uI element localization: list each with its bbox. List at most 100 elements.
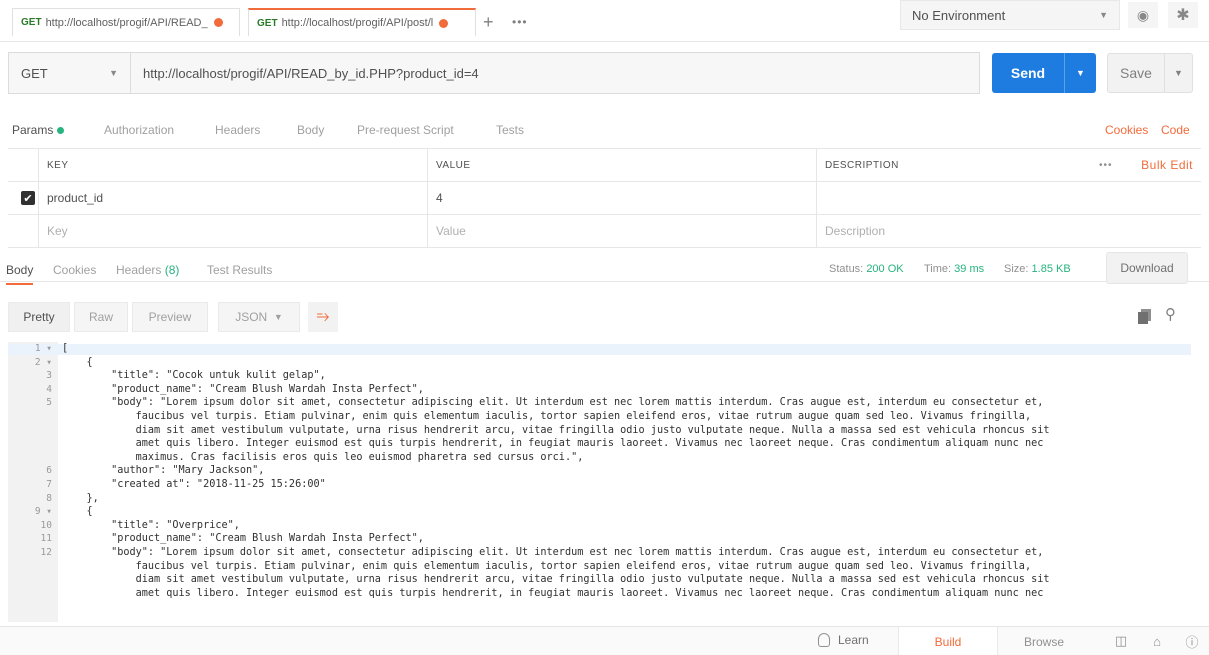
chevron-down-icon[interactable]: ▼: [1164, 54, 1192, 92]
eye-icon[interactable]: ◉: [1128, 2, 1158, 28]
tab-test-results[interactable]: Test Results: [207, 263, 272, 277]
code-line: faucibus vel turpis. Etiam pulvinar, eni…: [8, 411, 1191, 423]
params-actions: ••• Bulk Edit: [1091, 149, 1201, 181]
preview-button[interactable]: Preview: [132, 302, 208, 332]
code-text: diam sit amet vestibulum vulputate, urna…: [62, 424, 1050, 436]
pretty-button[interactable]: Pretty: [8, 302, 70, 332]
method-label: GET: [21, 65, 48, 81]
url-input[interactable]: [131, 53, 979, 93]
request-tabs: Params Authorization Headers Body Pre-re…: [0, 120, 1209, 144]
code-text: "product_name": "Cream Blush Wardah Inst…: [62, 533, 424, 545]
cookies-link[interactable]: Cookies: [1105, 123, 1148, 137]
code-text: amet quis libero. Integer euismod est qu…: [62, 438, 1044, 450]
environment-label: No Environment: [912, 7, 1006, 23]
value-placeholder[interactable]: Value: [427, 215, 816, 247]
active-dot-icon: [57, 127, 65, 135]
download-button[interactable]: Download: [1106, 252, 1188, 284]
more-icon[interactable]: •••: [1099, 160, 1113, 171]
value-header: VALUE: [427, 149, 816, 181]
code-line: 8 },: [8, 492, 1191, 505]
line-number: 8: [46, 492, 52, 504]
format-type-select[interactable]: JSON ▼: [218, 302, 300, 332]
build-tab[interactable]: Build: [898, 627, 998, 655]
size-label: Size:: [1004, 263, 1029, 275]
environment-select[interactable]: No Environment ▼: [900, 0, 1120, 30]
runner-icon[interactable]: ⌂: [1149, 633, 1165, 649]
tab-url: http://localhost/progif/API/READ_: [45, 16, 208, 29]
send-button[interactable]: Send ▼: [992, 53, 1096, 93]
url-bar: GET ▼: [8, 52, 980, 94]
code-line: 11 "product_name": "Cream Blush Wardah I…: [8, 534, 1191, 545]
param-key[interactable]: product_id: [38, 182, 427, 214]
param-checkbox[interactable]: ✔: [21, 191, 35, 205]
tab-method: GET: [21, 17, 42, 28]
table-row-empty: Key Value Description: [8, 215, 1201, 248]
code-line: 10 "title": "Overprice",: [8, 520, 1191, 532]
save-button[interactable]: Save ▼: [1107, 53, 1193, 93]
learn-link[interactable]: Learn: [818, 633, 869, 647]
line-number: 4: [46, 383, 52, 395]
tab-response-headers[interactable]: Headers (8): [116, 263, 179, 277]
help-icon[interactable]: ⓘ: [1184, 633, 1200, 650]
browse-tab[interactable]: Browse: [998, 627, 1090, 655]
tab-body[interactable]: Body: [297, 123, 324, 137]
tab-authorization[interactable]: Authorization: [104, 123, 174, 137]
status-readout: Status: 200 OK: [829, 263, 904, 275]
line-number: 1 ▾: [34, 343, 52, 354]
table-row: ✔ product_id 4: [8, 182, 1201, 215]
chevron-down-icon: ▼: [273, 312, 283, 322]
param-value[interactable]: 4: [427, 182, 816, 214]
method-select[interactable]: GET ▼: [9, 53, 131, 93]
code-text: [: [62, 343, 69, 354]
time-readout: Time: 39 ms: [924, 263, 984, 275]
tab-more-icon[interactable]: •••: [512, 15, 528, 29]
key-placeholder[interactable]: Key: [38, 215, 427, 247]
code-line: 4 "product_name": "Cream Blush Wardah In…: [8, 383, 1191, 396]
new-tab-plus-icon[interactable]: +: [483, 13, 494, 31]
wrap-lines-icon[interactable]: ⥱: [308, 302, 338, 332]
tab-response-cookies[interactable]: Cookies: [53, 263, 96, 277]
chevron-down-icon: ▼: [109, 68, 118, 78]
tab-headers[interactable]: Headers: [215, 123, 260, 137]
search-icon[interactable]: ⚲: [1165, 305, 1176, 323]
response-body-editor[interactable]: 1 ▾[2 ▾ {3 "title": "Cocok untuk kulit g…: [8, 342, 1191, 622]
code-link[interactable]: Code: [1161, 123, 1190, 137]
code-line: faucibus vel turpis. Etiam pulvinar, eni…: [8, 560, 1191, 573]
code-text: "title": "Cocok untuk kulit gelap",: [62, 370, 326, 382]
code-text: maximus. Cras facilisis eros quis leo eu…: [62, 451, 584, 463]
tab-strip: GET http://localhost/progif/API/READ_ GE…: [0, 0, 1209, 42]
bulk-edit-link[interactable]: Bulk Edit: [1141, 158, 1193, 172]
code-text: faucibus vel turpis. Etiam pulvinar, eni…: [62, 560, 1032, 572]
tab-tests[interactable]: Tests: [496, 123, 524, 137]
line-number: 11: [40, 533, 52, 545]
tab-label: Headers: [116, 263, 162, 277]
tab-response-body[interactable]: Body: [6, 263, 34, 285]
description-placeholder[interactable]: Description: [816, 215, 1091, 247]
code-text: "author": "Mary Jackson",: [62, 465, 265, 477]
unsaved-dot-icon: [213, 18, 223, 27]
params-table: KEY VALUE DESCRIPTION ••• Bulk Edit ✔ pr…: [8, 148, 1201, 248]
size-value: 1.85 KB: [1031, 263, 1071, 275]
param-description[interactable]: [816, 182, 1091, 214]
code-text: "body": "Lorem ipsum dolor sit amet, con…: [62, 397, 1044, 409]
line-number: 5: [46, 397, 52, 409]
description-header: DESCRIPTION: [816, 149, 1091, 181]
lightbulb-icon: [818, 633, 830, 647]
tab-pre-request-script[interactable]: Pre-request Script: [357, 123, 454, 137]
tab-method: GET: [257, 17, 278, 29]
gear-icon[interactable]: ✱: [1168, 2, 1198, 28]
code-line: diam sit amet vestibulum vulputate, urna…: [8, 575, 1191, 586]
format-type-label: JSON: [235, 310, 268, 324]
code-line: 7 "created at": "2018-11-25 15:26:00": [8, 479, 1191, 491]
request-tab-2[interactable]: GET http://localhost/progif/API/post/l: [248, 8, 476, 36]
raw-button[interactable]: Raw: [74, 302, 128, 332]
status-label: Status:: [829, 263, 864, 275]
line-number: 12: [40, 547, 52, 558]
two-pane-icon[interactable]: ◫: [1113, 633, 1129, 649]
tab-params[interactable]: Params: [12, 123, 65, 137]
time-value: 39 ms: [954, 263, 985, 275]
chevron-down-icon[interactable]: ▼: [1064, 53, 1096, 93]
copy-icon[interactable]: [1138, 309, 1152, 324]
request-tab-1[interactable]: GET http://localhost/progif/API/READ_: [12, 8, 240, 36]
code-line: 5 "body": "Lorem ipsum dolor sit amet, c…: [8, 398, 1191, 409]
